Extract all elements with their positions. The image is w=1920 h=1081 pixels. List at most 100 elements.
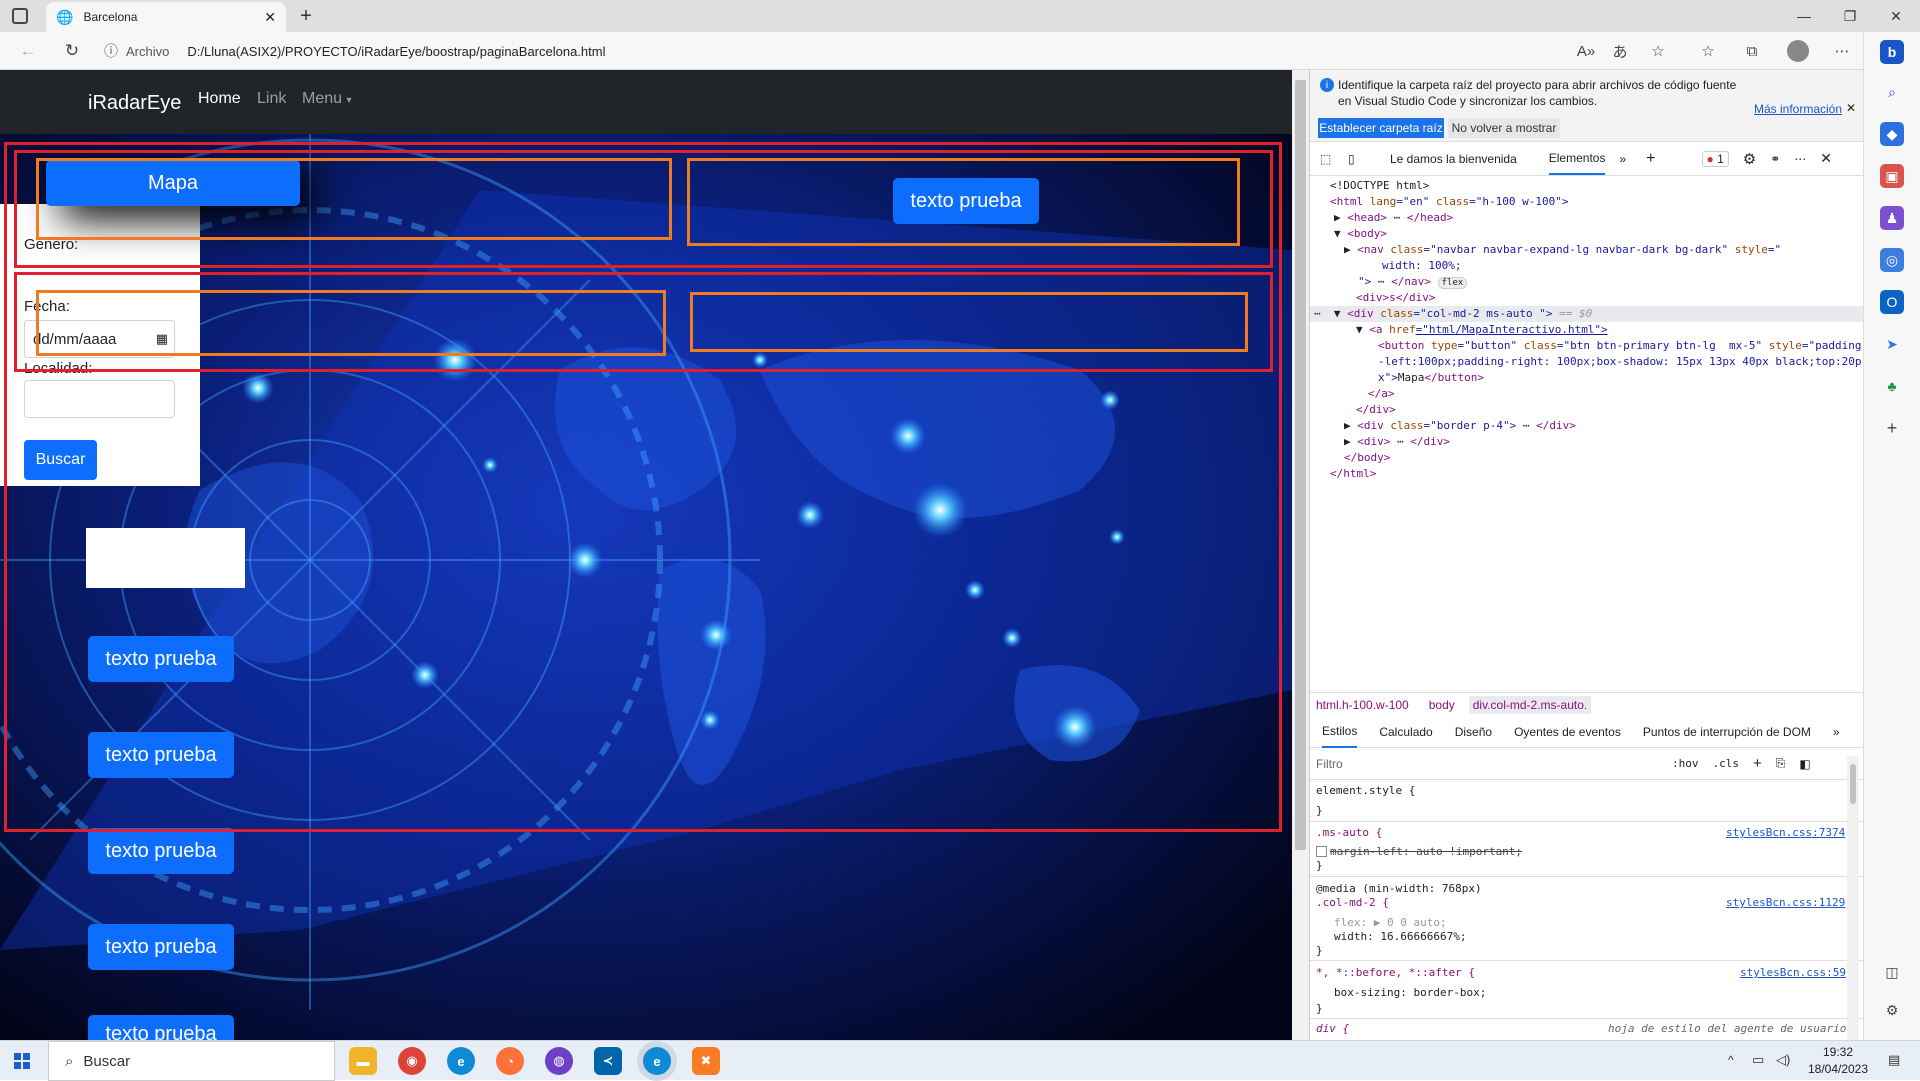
toggle-sidebar-icon[interactable]: ◧ [1799,757,1810,771]
dom-line[interactable]: <div>s</div> [1310,290,1864,306]
expand-arrow-icon[interactable]: ▶ [1344,243,1357,256]
hov-toggle[interactable]: :hov [1672,757,1699,770]
texto-prueba-button-4[interactable]: texto prueba [88,924,234,970]
collapse-arrow-icon[interactable]: ▼ [1356,323,1369,336]
firefox-icon[interactable]: ◔ [496,1047,524,1075]
drop-icon[interactable]: ➤ [1880,332,1904,356]
computed-styles-icon[interactable]: ⎘ [1776,756,1786,771]
rule-col-md-2[interactable]: .col-md-2 { [1316,896,1389,909]
tab-elements[interactable]: Elementos [1548,143,1606,175]
banner-link[interactable]: Más información [1754,102,1842,116]
texto-prueba-button-3[interactable]: texto prueba [88,828,234,874]
customize-icon[interactable]: ⚭ [1770,152,1780,166]
ellipsis-icon[interactable]: ⋯ [1516,419,1536,432]
outlook-icon[interactable]: O [1880,290,1904,314]
flex-badge[interactable]: flex [1437,277,1468,289]
add-favorite-icon[interactable]: ☆ [1638,32,1678,70]
tools-icon[interactable]: ▣ [1880,164,1904,188]
minimize-button[interactable]: — [1781,0,1827,32]
crumb-html[interactable]: html.h-100.w-100 [1316,698,1409,712]
tray-chevron-icon[interactable]: ^ [1728,1053,1734,1067]
translate-icon[interactable]: あ [1600,32,1640,70]
nav-link[interactable]: Link [257,90,286,108]
expand-arrow-icon[interactable]: ▶ [1344,435,1357,448]
collapse-arrow-icon[interactable]: ▼ [1334,307,1347,320]
file-explorer-icon[interactable]: ▬ [349,1047,377,1075]
ellipsis-icon[interactable]: ⋯ [1390,435,1410,448]
close-tab-icon[interactable]: ✕ [264,9,276,26]
dom-line[interactable]: ▼ <a href="html/MapaInteractivo.html"> [1310,322,1864,338]
microsoft-365-icon[interactable]: ◎ [1880,248,1904,272]
device-toolbar-icon[interactable]: ▯ [1348,152,1368,166]
cls-toggle[interactable]: .cls [1713,757,1740,770]
search-icon[interactable]: ⌕ [1880,80,1904,104]
windows-start-icon[interactable] [14,1053,30,1069]
new-tab-button[interactable]: + [294,4,318,28]
ellipsis-icon[interactable]: ⋯ [1387,211,1407,224]
subtab-puntos[interactable]: Puntos de interrupción de DOM [1643,725,1811,739]
subtab-diseno[interactable]: Diseño [1455,725,1492,739]
set-root-folder-button[interactable]: Establecer carpeta raíz [1318,118,1444,138]
filter-input[interactable]: Filtro [1316,757,1662,771]
ellipsis-icon[interactable]: ⋯ [1371,275,1391,288]
add-sidebar-icon[interactable]: + [1880,416,1904,440]
more-options-icon[interactable]: ⋯ [1794,152,1806,166]
dom-line[interactable]: ▶ <head> ⋯ </head> [1310,210,1864,226]
notifications-icon[interactable]: ▤ [1888,1052,1900,1068]
github-desktop-icon[interactable]: ◍ [545,1047,573,1075]
close-banner-icon[interactable]: ✕ [1846,101,1856,115]
dom-line[interactable]: ▼ <body> [1310,226,1864,242]
rule-element-style[interactable]: element.style { [1316,784,1415,797]
subtab-calculado[interactable]: Calculado [1379,725,1432,739]
dom-line[interactable]: </html> [1310,466,1864,482]
rule-source-link[interactable]: stylesBcn.css:59 [1740,966,1846,979]
volume-icon[interactable]: ◁) [1776,1052,1790,1068]
rule-div[interactable]: div { [1316,1022,1349,1035]
more-options-icon[interactable]: ⋯ [1822,32,1862,70]
crumb-div[interactable]: div.col-md-2.ms-auto. [1468,695,1592,714]
profile-icon[interactable] [1778,32,1818,70]
subtab-estilos[interactable]: Estilos [1322,716,1358,748]
nav-menu-dropdown[interactable]: Menu ▾ [302,90,352,108]
expand-arrow-icon[interactable]: ▶ [1344,419,1357,432]
edge-active-icon[interactable]: e [643,1047,671,1075]
rule-prop[interactable]: flex: ▶ 0 0 auto; [1334,916,1447,929]
nav-home[interactable]: Home [198,90,241,108]
page-scrollbar-thumb[interactable] [1295,80,1306,850]
tab-welcome[interactable]: Le damos la bienvenida [1390,152,1517,166]
network-icon[interactable]: ▭ [1752,1052,1764,1068]
close-devtools-icon[interactable]: ✕ [1820,150,1832,167]
clock-time[interactable]: 19:32 [1815,1045,1861,1059]
close-window-button[interactable]: ✕ [1873,0,1919,32]
bing-icon[interactable]: b [1880,40,1904,64]
rule-source-link[interactable]: stylesBcn.css:7374 [1726,826,1845,839]
sidebar-settings-icon[interactable]: ⚙ [1880,998,1904,1022]
more-subtabs-icon[interactable]: » [1833,725,1840,739]
brand-logo-text[interactable]: iRadarEye [88,92,181,115]
collections-icon[interactable]: ⧉ [1732,32,1772,70]
dom-line[interactable]: </div> [1310,402,1864,418]
dom-line[interactable]: ▶ <div> ⋯ </div> [1310,434,1864,450]
reload-button[interactable]: ↻ [54,32,90,70]
texto-prueba-button-5[interactable]: texto prueba [88,1015,234,1040]
dom-line[interactable]: <html lang="en" class="h-100 w-100"> [1310,194,1864,210]
more-tabs-icon[interactable]: » [1619,152,1626,166]
error-badge[interactable]: ● 1 [1701,150,1729,167]
dom-line[interactable]: </a> [1310,386,1864,402]
back-button[interactable]: ← [10,32,46,70]
new-rule-icon[interactable]: + [1753,755,1762,772]
dom-line-selected[interactable]: ⋯ ▼ <div class="col-md-2 ms-auto "> == $… [1310,306,1864,322]
tab-actions-icon[interactable] [12,8,28,24]
crumb-body[interactable]: body [1429,698,1455,712]
url-field[interactable]: ⓘ Archivo D:/Lluna(ASIX2)/PROYECTO/iRada… [104,36,1644,66]
tree-icon[interactable]: ♣ [1880,374,1904,398]
rule-ms-auto[interactable]: .ms-auto { [1316,826,1382,839]
chrome-icon[interactable]: ◉ [398,1047,426,1075]
property-checkbox[interactable] [1316,846,1327,857]
subtab-oyentes[interactable]: Oyentes de eventos [1514,725,1621,739]
shopping-icon[interactable]: ◆ [1880,122,1904,146]
favorites-icon[interactable]: ☆ [1688,32,1728,70]
rule-prop-struck[interactable]: margin-left: auto !important; [1330,845,1522,858]
browser-tab[interactable]: 🌐 Barcelona ✕ [46,2,286,32]
expand-arrow-icon[interactable]: ▶ [1334,211,1347,224]
